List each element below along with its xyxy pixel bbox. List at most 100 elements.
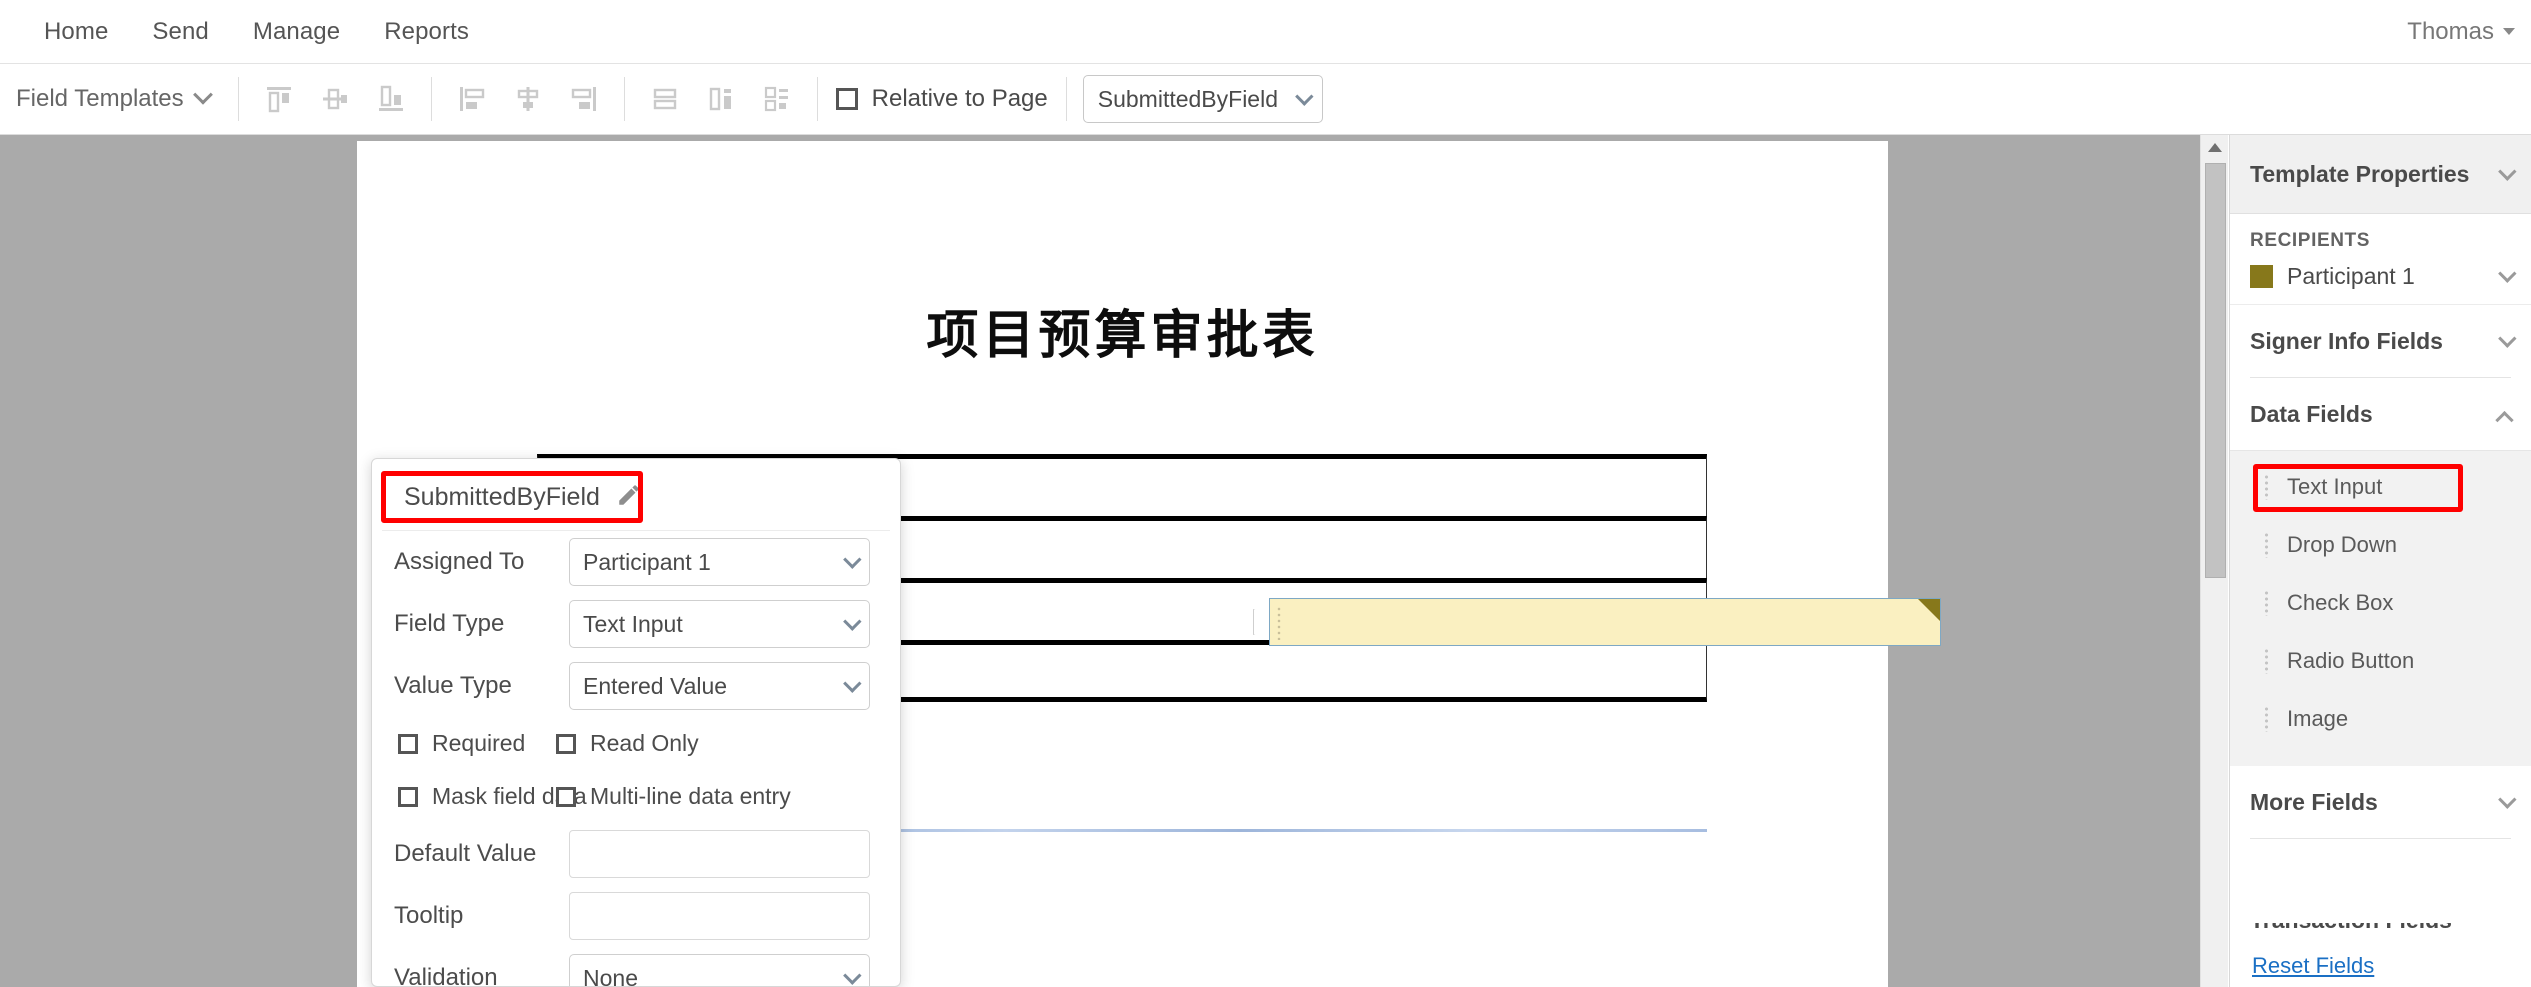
same-width-icon[interactable] xyxy=(637,76,693,122)
signer-info-fields-label: Signer Info Fields xyxy=(2250,327,2443,354)
placed-field-submittedbyfield[interactable] xyxy=(1269,598,1941,646)
default-value-input[interactable] xyxy=(569,830,870,878)
nav-item-send[interactable]: Send xyxy=(130,18,230,46)
default-value-row: Default Value xyxy=(372,823,900,885)
checkbox-icon xyxy=(398,733,418,754)
data-fields-section[interactable]: Data Fields xyxy=(2230,378,2531,450)
assigned-to-row: Assigned To Participant 1 xyxy=(372,531,900,593)
chevron-down-icon xyxy=(843,549,862,569)
field-name-label: SubmittedByField xyxy=(404,483,600,511)
chevron-down-icon xyxy=(843,673,862,693)
data-field-check-box[interactable]: Check Box xyxy=(2230,574,2531,632)
assigned-to-select[interactable]: Participant 1 xyxy=(569,538,870,586)
selected-field-value: SubmittedByField xyxy=(1097,85,1278,112)
align-top-icon[interactable] xyxy=(251,76,307,122)
default-value-label: Default Value xyxy=(394,840,537,867)
checkbox-row-2: Mask field data Multi-line data entry xyxy=(372,770,900,823)
same-height-icon[interactable] xyxy=(693,76,749,122)
value-type-select[interactable]: Entered Value xyxy=(569,662,870,710)
chevron-down-icon[interactable] xyxy=(2498,328,2517,348)
field-type-select[interactable]: Text Input xyxy=(569,600,870,648)
data-field-image[interactable]: Image xyxy=(2230,690,2531,748)
top-navigation-bar: Home Send Manage Reports Thomas xyxy=(0,0,2531,64)
required-checkbox[interactable]: Required xyxy=(398,730,556,757)
field-name-row[interactable]: SubmittedByField xyxy=(382,465,890,531)
recipient-row[interactable]: Participant 1 xyxy=(2250,263,2517,290)
multi-line-data-entry-checkbox[interactable]: Multi-line data entry xyxy=(556,783,791,810)
scroll-up-arrow-icon[interactable] xyxy=(2208,143,2222,152)
canvas-vertical-scrollbar[interactable] xyxy=(2200,135,2228,987)
validation-label: Validation xyxy=(394,964,498,987)
reset-fields-link[interactable]: Reset Fields xyxy=(2252,953,2374,978)
chevron-down-icon xyxy=(843,611,862,631)
assigned-to-value: Participant 1 xyxy=(583,548,711,575)
field-templates-label: Field Templates xyxy=(16,85,184,112)
validation-select[interactable]: None xyxy=(569,954,870,986)
value-type-label: Value Type xyxy=(394,672,512,699)
drag-handle-icon[interactable] xyxy=(2264,706,2269,732)
recipient-color-swatch xyxy=(2250,265,2273,288)
relative-to-page-checkbox[interactable]: Relative to Page xyxy=(830,85,1054,113)
document-canvas[interactable]: 项目预算审批表 xyxy=(0,135,2200,987)
data-field-radio-button[interactable]: Radio Button xyxy=(2230,632,2531,690)
drag-handle-icon[interactable] xyxy=(2264,648,2269,674)
nav-item-reports[interactable]: Reports xyxy=(362,18,491,46)
assigned-to-label: Assigned To xyxy=(394,548,525,575)
chevron-down-icon[interactable] xyxy=(2498,789,2517,809)
signer-info-fields-section[interactable]: Signer Info Fields xyxy=(2230,305,2531,377)
chevron-down-icon[interactable] xyxy=(2498,161,2517,181)
nav-items: Home Send Manage Reports xyxy=(0,18,491,46)
field-type-value: Text Input xyxy=(583,610,683,637)
mask-field-data-checkbox[interactable]: Mask field data xyxy=(398,783,587,810)
chevron-down-icon xyxy=(192,84,213,105)
selected-field-dropdown[interactable]: SubmittedByField xyxy=(1082,75,1323,123)
transaction-fields-section[interactable]: Transaction Fields xyxy=(2230,923,2531,947)
align-left-icon[interactable] xyxy=(444,76,500,122)
nav-item-manage[interactable]: Manage xyxy=(231,18,362,46)
template-properties-panel: Template Properties RECIPIENTS Participa… xyxy=(2229,135,2531,987)
field-properties-popover[interactable]: SubmittedByField Assigned To Participant… xyxy=(371,458,901,987)
chevron-down-icon xyxy=(1294,86,1314,106)
user-name-label: Thomas xyxy=(2407,17,2494,45)
chevron-up-icon[interactable] xyxy=(2495,410,2514,429)
field-templates-dropdown[interactable]: Field Templates xyxy=(0,84,226,113)
checkbox-icon xyxy=(835,88,858,110)
drag-handle-icon[interactable] xyxy=(2264,590,2269,616)
align-middle-vertical-icon[interactable] xyxy=(307,76,363,122)
multi-line-data-entry-label: Multi-line data entry xyxy=(590,783,791,809)
tooltip-label: Tooltip xyxy=(394,902,464,929)
transaction-fields-label: Transaction Fields xyxy=(2250,923,2452,933)
data-field-label: Check Box xyxy=(2287,590,2394,615)
chevron-down-icon[interactable] xyxy=(2498,264,2517,283)
document-title: 项目预算审批表 xyxy=(926,306,1319,366)
data-field-text-input[interactable]: Text Input xyxy=(2230,458,2531,516)
tooltip-row: Tooltip xyxy=(372,885,900,947)
template-properties-header[interactable]: Template Properties xyxy=(2230,135,2531,214)
align-center-horizontal-icon[interactable] xyxy=(500,76,556,122)
scrollbar-thumb[interactable] xyxy=(2205,163,2226,578)
drag-handle-icon[interactable] xyxy=(2264,474,2269,500)
required-label: Required xyxy=(432,730,526,756)
align-bottom-icon[interactable] xyxy=(363,76,419,122)
pencil-icon[interactable] xyxy=(616,482,642,513)
data-fields-list: Text Input Drop Down Check Box Radio But… xyxy=(2230,450,2531,766)
data-field-drop-down[interactable]: Drop Down xyxy=(2230,516,2531,574)
align-right-icon[interactable] xyxy=(556,76,612,122)
tooltip-input[interactable] xyxy=(569,892,870,940)
drag-handle-icon[interactable] xyxy=(2264,532,2269,558)
data-field-label: Text Input xyxy=(2287,474,2383,499)
user-menu[interactable]: Thomas xyxy=(2407,18,2531,46)
chevron-down-icon xyxy=(843,965,862,985)
checkbox-icon xyxy=(398,786,418,807)
same-size-icon[interactable] xyxy=(749,76,805,122)
checkbox-row-1: Required Read Only xyxy=(372,717,900,770)
recipient-name: Participant 1 xyxy=(2287,263,2415,289)
read-only-checkbox[interactable]: Read Only xyxy=(556,730,699,757)
more-fields-section[interactable]: More Fields xyxy=(2230,766,2531,838)
recipients-caption: RECIPIENTS xyxy=(2250,230,2371,251)
validation-row: Validation None xyxy=(372,947,900,987)
data-field-label: Image xyxy=(2287,706,2349,731)
relative-to-page-label: Relative to Page xyxy=(871,85,1048,112)
more-fields-label: More Fields xyxy=(2250,788,2378,815)
nav-item-home[interactable]: Home xyxy=(22,18,130,46)
